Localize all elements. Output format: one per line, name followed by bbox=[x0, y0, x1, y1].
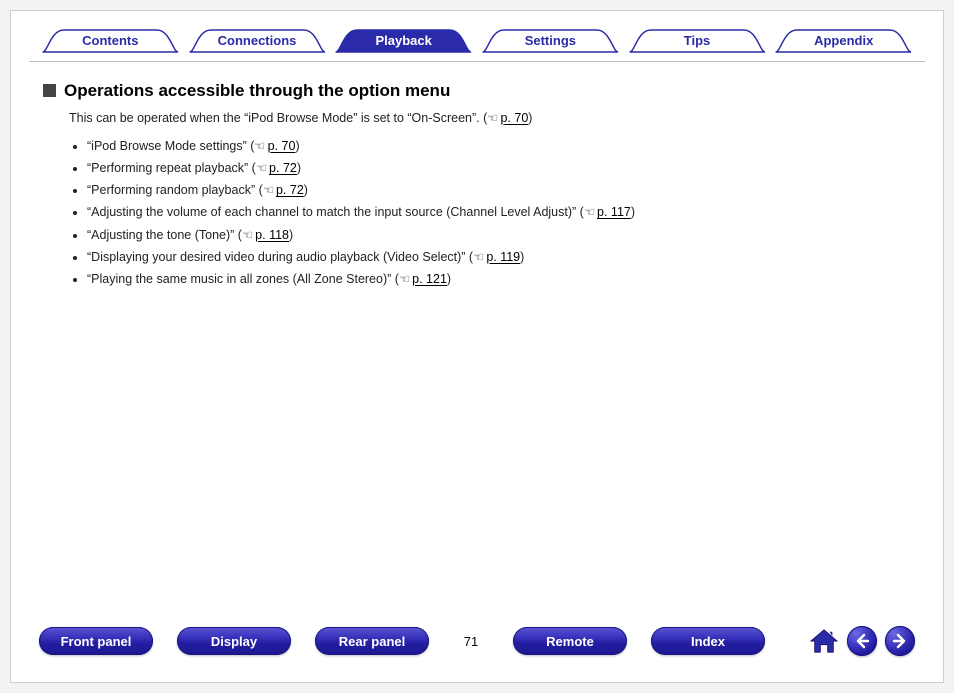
page-link[interactable]: p. 117 bbox=[597, 205, 631, 219]
list-item-text-post: ) bbox=[631, 205, 635, 219]
list-item-text-post: ) bbox=[447, 272, 451, 286]
page-link[interactable]: p. 70 bbox=[268, 139, 296, 153]
list-item-text-pre: “iPod Browse Mode settings” ( bbox=[87, 139, 254, 153]
page-reference-icon: ☞ bbox=[256, 159, 267, 177]
tab-label: Playback bbox=[332, 27, 475, 53]
list-item-text-pre: “Playing the same music in all zones (Al… bbox=[87, 272, 399, 286]
section-heading-row: Operations accessible through the option… bbox=[43, 80, 925, 102]
bottom-navigation-bar: Front panel Display Rear panel 71 Remote Inde… bbox=[29, 616, 925, 672]
tab-tips[interactable]: Tips bbox=[626, 27, 769, 53]
tab-label: Connections bbox=[186, 27, 329, 53]
display-button[interactable]: Display bbox=[177, 627, 291, 655]
index-button[interactable]: Index bbox=[651, 627, 765, 655]
heading-marker-icon bbox=[43, 84, 56, 97]
rear-panel-button[interactable]: Rear panel bbox=[315, 627, 429, 655]
intro-page-link[interactable]: p. 70 bbox=[500, 111, 528, 125]
tab-playback[interactable]: Playback bbox=[332, 27, 475, 53]
tab-contents[interactable]: Contents bbox=[39, 27, 182, 53]
page-reference-icon: ☞ bbox=[263, 181, 274, 199]
section-heading: Operations accessible through the option… bbox=[64, 80, 450, 102]
page-link[interactable]: p. 72 bbox=[276, 183, 304, 197]
top-navigation-tabs: Contents Connections Playback Settings T… bbox=[29, 21, 925, 62]
page-reference-icon: ☞ bbox=[473, 248, 484, 266]
tab-label: Appendix bbox=[772, 27, 915, 53]
page-reference-icon: ☞ bbox=[242, 226, 253, 244]
home-button[interactable] bbox=[809, 626, 839, 656]
operations-list: “iPod Browse Mode settings” (☞p. 70)“Per… bbox=[87, 133, 647, 292]
page-link[interactable]: p. 118 bbox=[255, 228, 289, 242]
tab-label: Tips bbox=[626, 27, 769, 53]
page-link[interactable]: p. 121 bbox=[412, 272, 447, 286]
bottom-button-group: Front panel Display Rear panel 71 Remote Inde… bbox=[39, 627, 765, 655]
list-item-text-post: ) bbox=[304, 183, 308, 197]
arrow-right-icon bbox=[892, 633, 908, 649]
page-reference-icon: ☞ bbox=[487, 110, 498, 125]
home-icon bbox=[809, 628, 839, 654]
page-reference-icon: ☞ bbox=[254, 137, 265, 155]
list-item-text-pre: “Displaying your desired video during au… bbox=[87, 250, 473, 264]
page-link[interactable]: p. 72 bbox=[269, 161, 297, 175]
page-controls bbox=[809, 626, 915, 656]
list-item: “iPod Browse Mode settings” (☞p. 70) bbox=[87, 137, 647, 155]
list-item-text-pre: “Adjusting the volume of each channel to… bbox=[87, 205, 584, 219]
tab-connections[interactable]: Connections bbox=[186, 27, 329, 53]
list-item: “Adjusting the volume of each channel to… bbox=[87, 203, 647, 221]
list-item-text-post: ) bbox=[297, 161, 301, 175]
tab-settings[interactable]: Settings bbox=[479, 27, 622, 53]
page-reference-icon: ☞ bbox=[399, 270, 410, 288]
list-item: “Performing random playback” (☞p. 72) bbox=[87, 181, 647, 199]
remote-button[interactable]: Remote bbox=[513, 627, 627, 655]
front-panel-button[interactable]: Front panel bbox=[39, 627, 153, 655]
tab-label: Settings bbox=[479, 27, 622, 53]
list-item: “Adjusting the tone (Tone)” (☞p. 118) bbox=[87, 226, 647, 244]
page-number: 71 bbox=[453, 634, 489, 649]
list-item-text-post: ) bbox=[295, 139, 299, 153]
intro-text-before: This can be operated when the “iPod Brow… bbox=[69, 111, 487, 125]
list-item-text-pre: “Adjusting the tone (Tone)” ( bbox=[87, 228, 242, 242]
intro-paragraph: This can be operated when the “iPod Brow… bbox=[69, 110, 629, 125]
tab-label: Contents bbox=[39, 27, 182, 53]
tab-appendix[interactable]: Appendix bbox=[772, 27, 915, 53]
next-page-button[interactable] bbox=[885, 626, 915, 656]
intro-text-after: ) bbox=[528, 111, 532, 125]
arrow-left-icon bbox=[854, 633, 870, 649]
list-item: “Displaying your desired video during au… bbox=[87, 248, 647, 266]
list-item-text-pre: “Performing random playback” ( bbox=[87, 183, 263, 197]
manual-page: Contents Connections Playback Settings T… bbox=[10, 10, 944, 683]
list-item: “Performing repeat playback” (☞p. 72) bbox=[87, 159, 647, 177]
list-item-text-pre: “Performing repeat playback” ( bbox=[87, 161, 256, 175]
prev-page-button[interactable] bbox=[847, 626, 877, 656]
list-item-text-post: ) bbox=[520, 250, 524, 264]
page-reference-icon: ☞ bbox=[584, 203, 595, 221]
list-item: “Playing the same music in all zones (Al… bbox=[87, 270, 647, 288]
page-link[interactable]: p. 119 bbox=[486, 250, 520, 264]
list-item-text-post: ) bbox=[289, 228, 293, 242]
